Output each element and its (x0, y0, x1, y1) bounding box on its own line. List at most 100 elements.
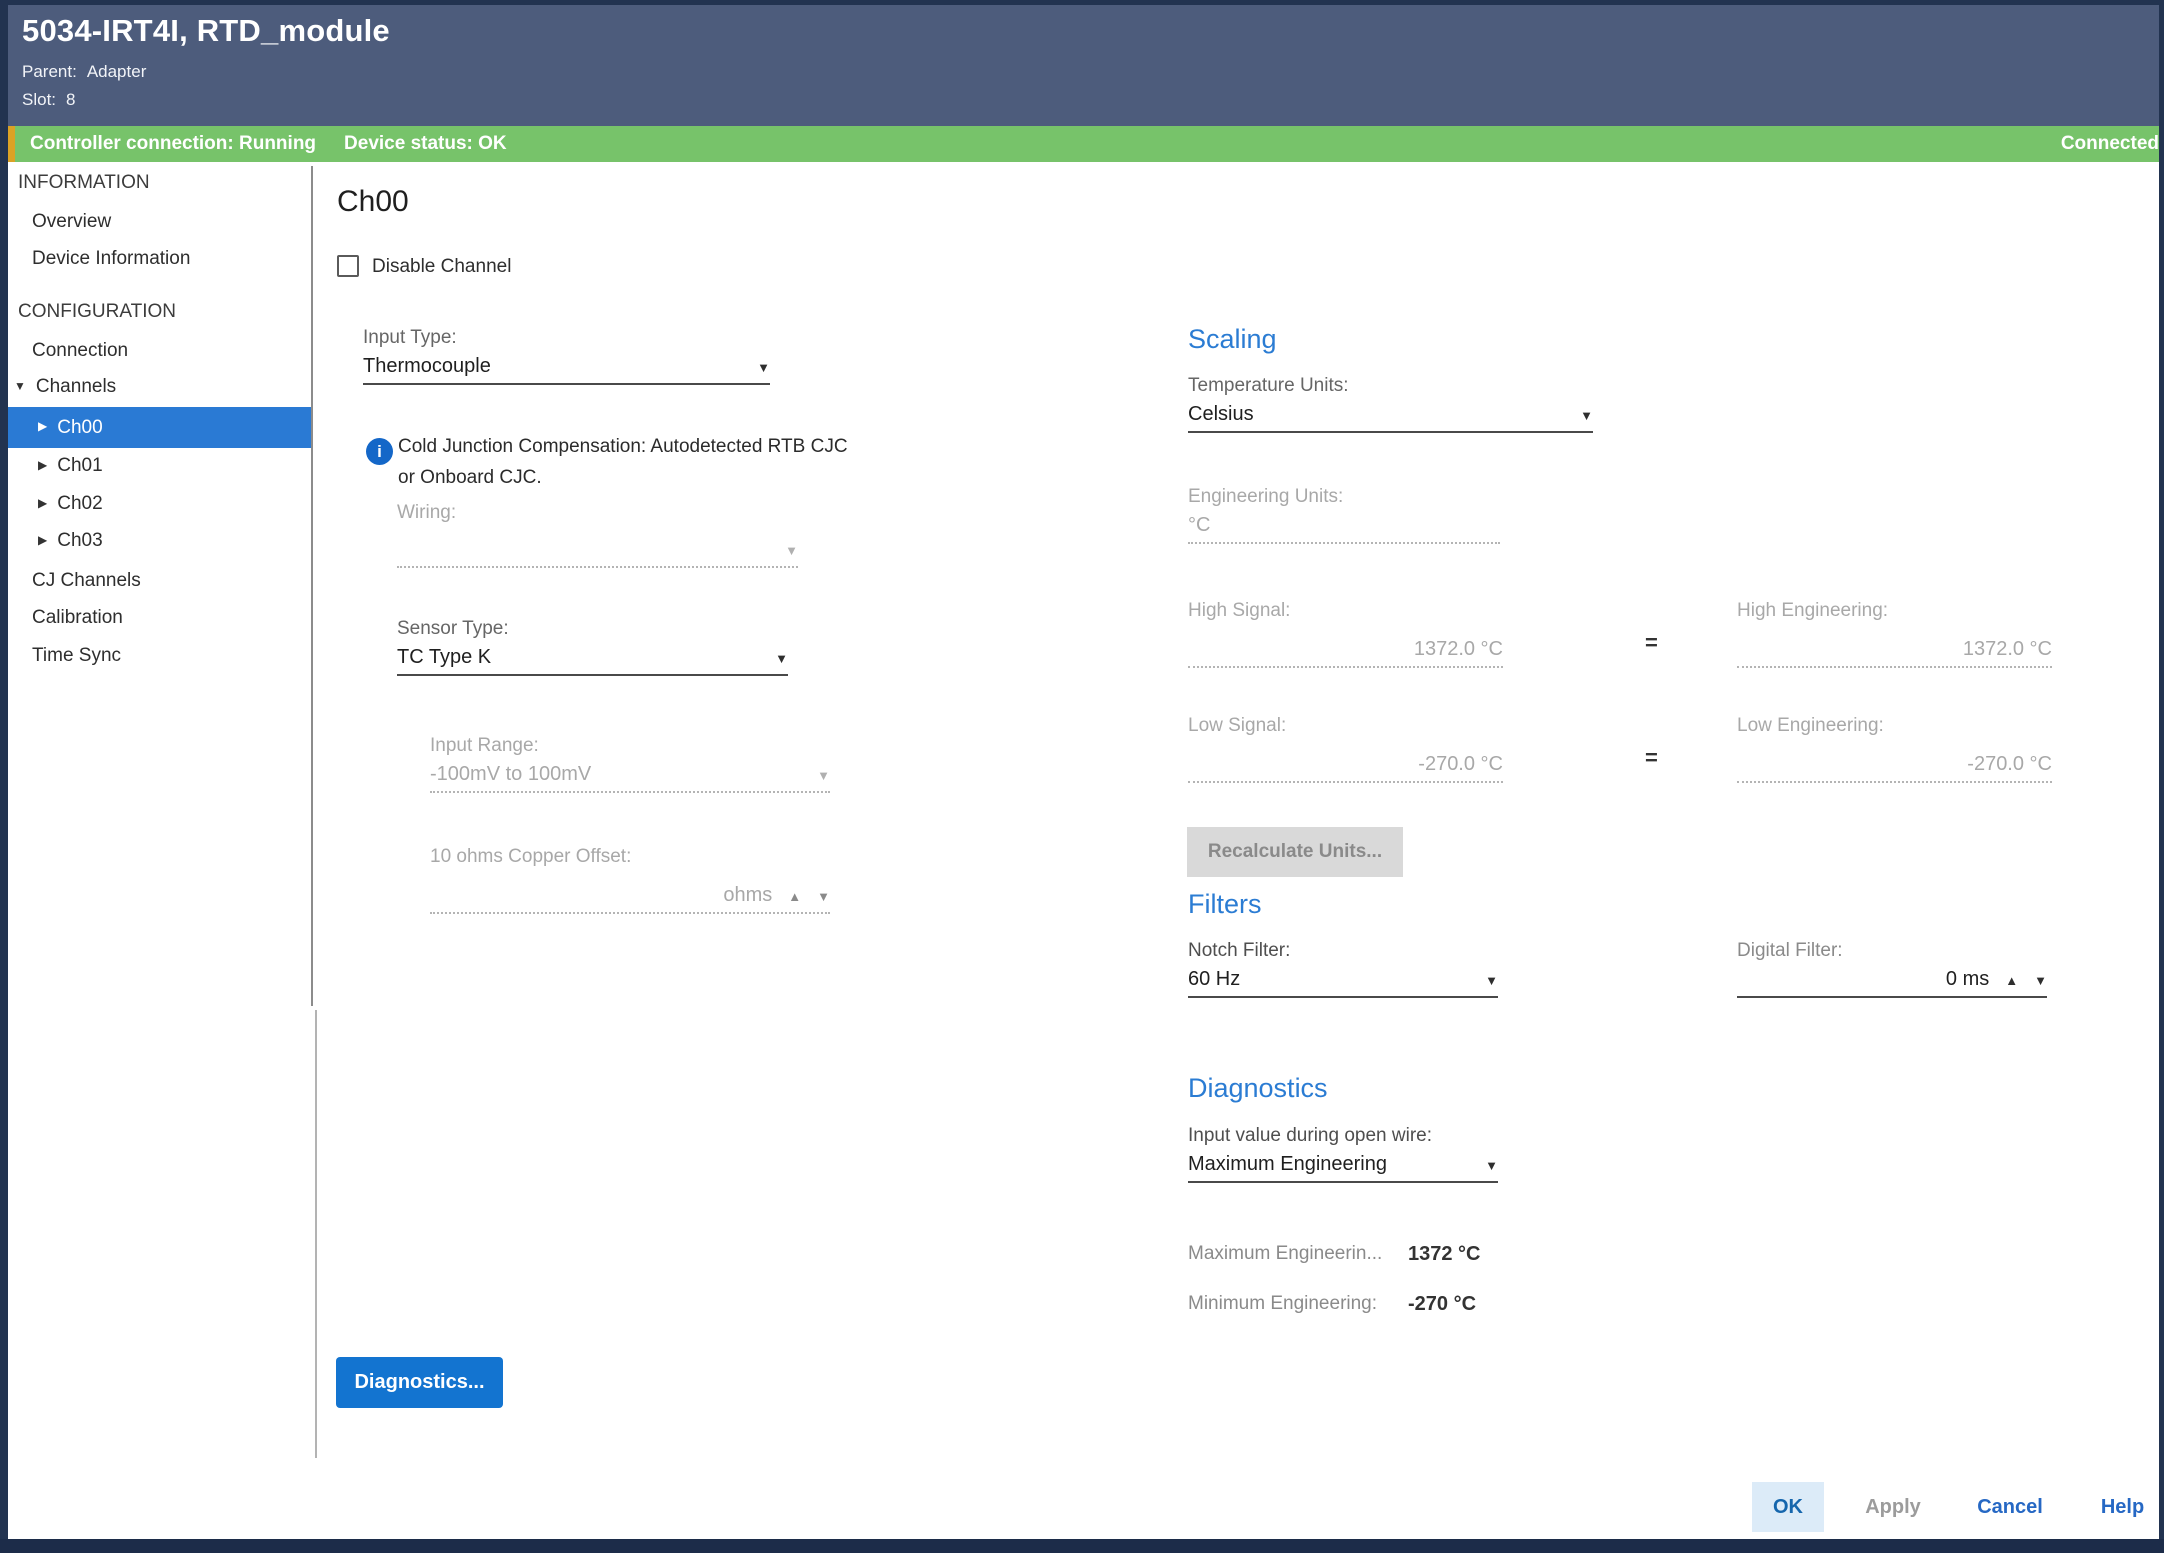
sidebar-item-ch00-selected[interactable]: ▶ Ch00 (8, 407, 312, 448)
input-range-dropdown: -100mV to 100mV ▼ (430, 763, 830, 793)
notch-filter-value: 60 Hz (1188, 968, 1240, 991)
sensor-type-value: TC Type K (397, 646, 491, 669)
slot-value: 8 (66, 90, 75, 109)
disable-channel-checkbox[interactable] (337, 255, 359, 277)
spin-down-icon: ▼ (2034, 971, 2047, 991)
slot-line: Slot:8 (22, 90, 76, 110)
min-engineering-value: -270 °C (1408, 1293, 1476, 1316)
filters-heading: Filters (1188, 889, 1262, 920)
chevron-expanded-icon: ▼ (14, 379, 26, 393)
help-button[interactable]: Help (2085, 1482, 2160, 1532)
chevron-down-icon: ▼ (1580, 406, 1593, 426)
status-bar: Controller connection: Running Device sta… (8, 126, 2159, 162)
input-type-value: Thermocouple (363, 355, 491, 378)
controller-connection-status: Controller connection: Running (30, 133, 316, 154)
window-header: 5034-IRT4I, RTD_module Parent:Adapter Sl… (8, 5, 2159, 126)
notch-filter-dropdown[interactable]: 60 Hz ▼ (1188, 968, 1498, 998)
page-title: Ch00 (337, 185, 409, 219)
sidebar-item-ch00-label: Ch00 (57, 417, 102, 439)
chevron-collapsed-icon: ▶ (38, 533, 47, 547)
low-equals-sign: = (1645, 745, 1658, 771)
sidebar-item-ch01-label: Ch01 (57, 455, 102, 476)
disable-channel-label: Disable Channel (372, 256, 511, 278)
wiring-field: Wiring: ▼ (397, 502, 798, 568)
copper-offset-field: 10 ohms Copper Offset: ohms ▲▼ (430, 846, 830, 914)
notch-filter-label: Notch Filter: (1188, 940, 1498, 962)
sidebar-header-information: INFORMATION (18, 172, 150, 194)
sidebar-item-device-information[interactable]: Device Information (32, 248, 190, 270)
recalculate-units-button: Recalculate Units... (1187, 827, 1403, 877)
input-type-field: Input Type: Thermocouple ▼ (363, 327, 770, 385)
sidebar-item-ch02[interactable]: ▶Ch02 (38, 493, 103, 515)
input-range-value: -100mV to 100mV (430, 763, 591, 786)
ok-button[interactable]: OK (1752, 1482, 1824, 1532)
chevron-collapsed-icon: ▶ (38, 419, 47, 433)
chevron-down-icon: ▼ (757, 358, 770, 378)
window-border-left (0, 0, 8, 1553)
sidebar-item-ch03-label: Ch03 (57, 530, 102, 551)
chevron-down-icon: ▼ (1485, 971, 1498, 991)
sidebar-header-configuration: CONFIGURATION (18, 301, 176, 323)
high-engineering-value: 1372.0 °C (1963, 638, 2052, 661)
input-range-field: Input Range: -100mV to 100mV ▼ (430, 735, 830, 793)
copper-offset-unit: ohms (723, 884, 772, 907)
cancel-button[interactable]: Cancel (1960, 1482, 2060, 1532)
sidebar-divider (311, 166, 313, 1006)
chevron-collapsed-icon: ▶ (38, 458, 47, 472)
cjc-info-text: Cold Junction Compensation: Autodetected… (398, 431, 868, 493)
sidebar-item-connection[interactable]: Connection (32, 340, 128, 362)
temperature-units-dropdown[interactable]: Celsius ▼ (1188, 403, 1593, 433)
digital-filter-stepper[interactable]: 0 ms ▲▼ (1737, 968, 2047, 998)
temperature-units-label: Temperature Units: (1188, 375, 1593, 397)
temperature-units-value: Celsius (1188, 403, 1254, 426)
low-engineering-value: -270.0 °C (1967, 753, 2052, 776)
temperature-units-field: Temperature Units: Celsius ▼ (1188, 375, 1593, 433)
open-wire-field: Input value during open wire: Maximum En… (1188, 1125, 1498, 1183)
chevron-down-icon: ▼ (775, 649, 788, 669)
apply-button: Apply (1850, 1482, 1936, 1532)
sidebar-item-time-sync[interactable]: Time Sync (32, 645, 121, 667)
sensor-type-dropdown[interactable]: TC Type K ▼ (397, 646, 788, 676)
parent-line: Parent:Adapter (22, 62, 146, 82)
window-border-right (2159, 0, 2164, 1553)
digital-filter-field: Digital Filter: 0 ms ▲▼ (1737, 940, 2047, 998)
min-engineering-label: Minimum Engineering: (1188, 1293, 1408, 1316)
open-wire-dropdown[interactable]: Maximum Engineering ▼ (1188, 1153, 1498, 1183)
sensor-type-label: Sensor Type: (397, 618, 788, 640)
max-engineering-label: Maximum Engineerin... (1188, 1243, 1408, 1266)
sidebar-item-ch03[interactable]: ▶ Ch03 (38, 530, 103, 552)
device-status: Device status: OK (344, 133, 507, 154)
sidebar-item-overview[interactable]: Overview (32, 211, 111, 233)
window-title: 5034-IRT4I, RTD_module (22, 13, 390, 49)
parent-value: Adapter (87, 62, 147, 81)
high-signal-input: 1372.0 °C (1188, 628, 1503, 668)
sidebar-item-calibration[interactable]: Calibration (32, 607, 123, 629)
status-accent-stripe (8, 126, 15, 162)
input-type-label: Input Type: (363, 327, 770, 349)
spin-down-icon: ▼ (817, 887, 830, 907)
min-engineering-readout: Minimum Engineering: -270 °C (1188, 1293, 1476, 1316)
engineering-units-field: Engineering Units: °C (1188, 486, 1500, 544)
low-engineering-label: Low Engineering: (1737, 715, 2052, 737)
engineering-units-value: °C (1188, 514, 1210, 537)
open-wire-value: Maximum Engineering (1188, 1153, 1387, 1176)
input-type-dropdown[interactable]: Thermocouple ▼ (363, 355, 770, 385)
digital-filter-label: Digital Filter: (1737, 940, 2047, 962)
status-text: Controller connection: Running Device sta… (30, 133, 535, 155)
connected-status: Connected (2061, 133, 2159, 155)
high-engineering-label: High Engineering: (1737, 600, 2052, 622)
high-engineering-input: 1372.0 °C (1737, 628, 2052, 668)
sidebar-item-ch01[interactable]: ▶ Ch01 (38, 455, 103, 477)
high-signal-value: 1372.0 °C (1414, 638, 1503, 661)
open-wire-label: Input value during open wire: (1188, 1125, 1498, 1147)
diagnostics-heading: Diagnostics (1188, 1073, 1328, 1104)
info-icon: i (366, 438, 393, 465)
sidebar-item-cj-channels[interactable]: CJ Channels (32, 570, 141, 592)
sidebar-item-channels[interactable]: ▼ Channels (14, 376, 116, 398)
sidebar-item-channels-label: Channels (36, 376, 116, 397)
diagnostics-button[interactable]: Diagnostics... (336, 1357, 503, 1408)
low-signal-value: -270.0 °C (1418, 753, 1503, 776)
high-signal-field: High Signal: 1372.0 °C (1188, 600, 1503, 668)
low-signal-label: Low Signal: (1188, 715, 1503, 737)
chevron-collapsed-icon: ▶ (38, 496, 47, 510)
